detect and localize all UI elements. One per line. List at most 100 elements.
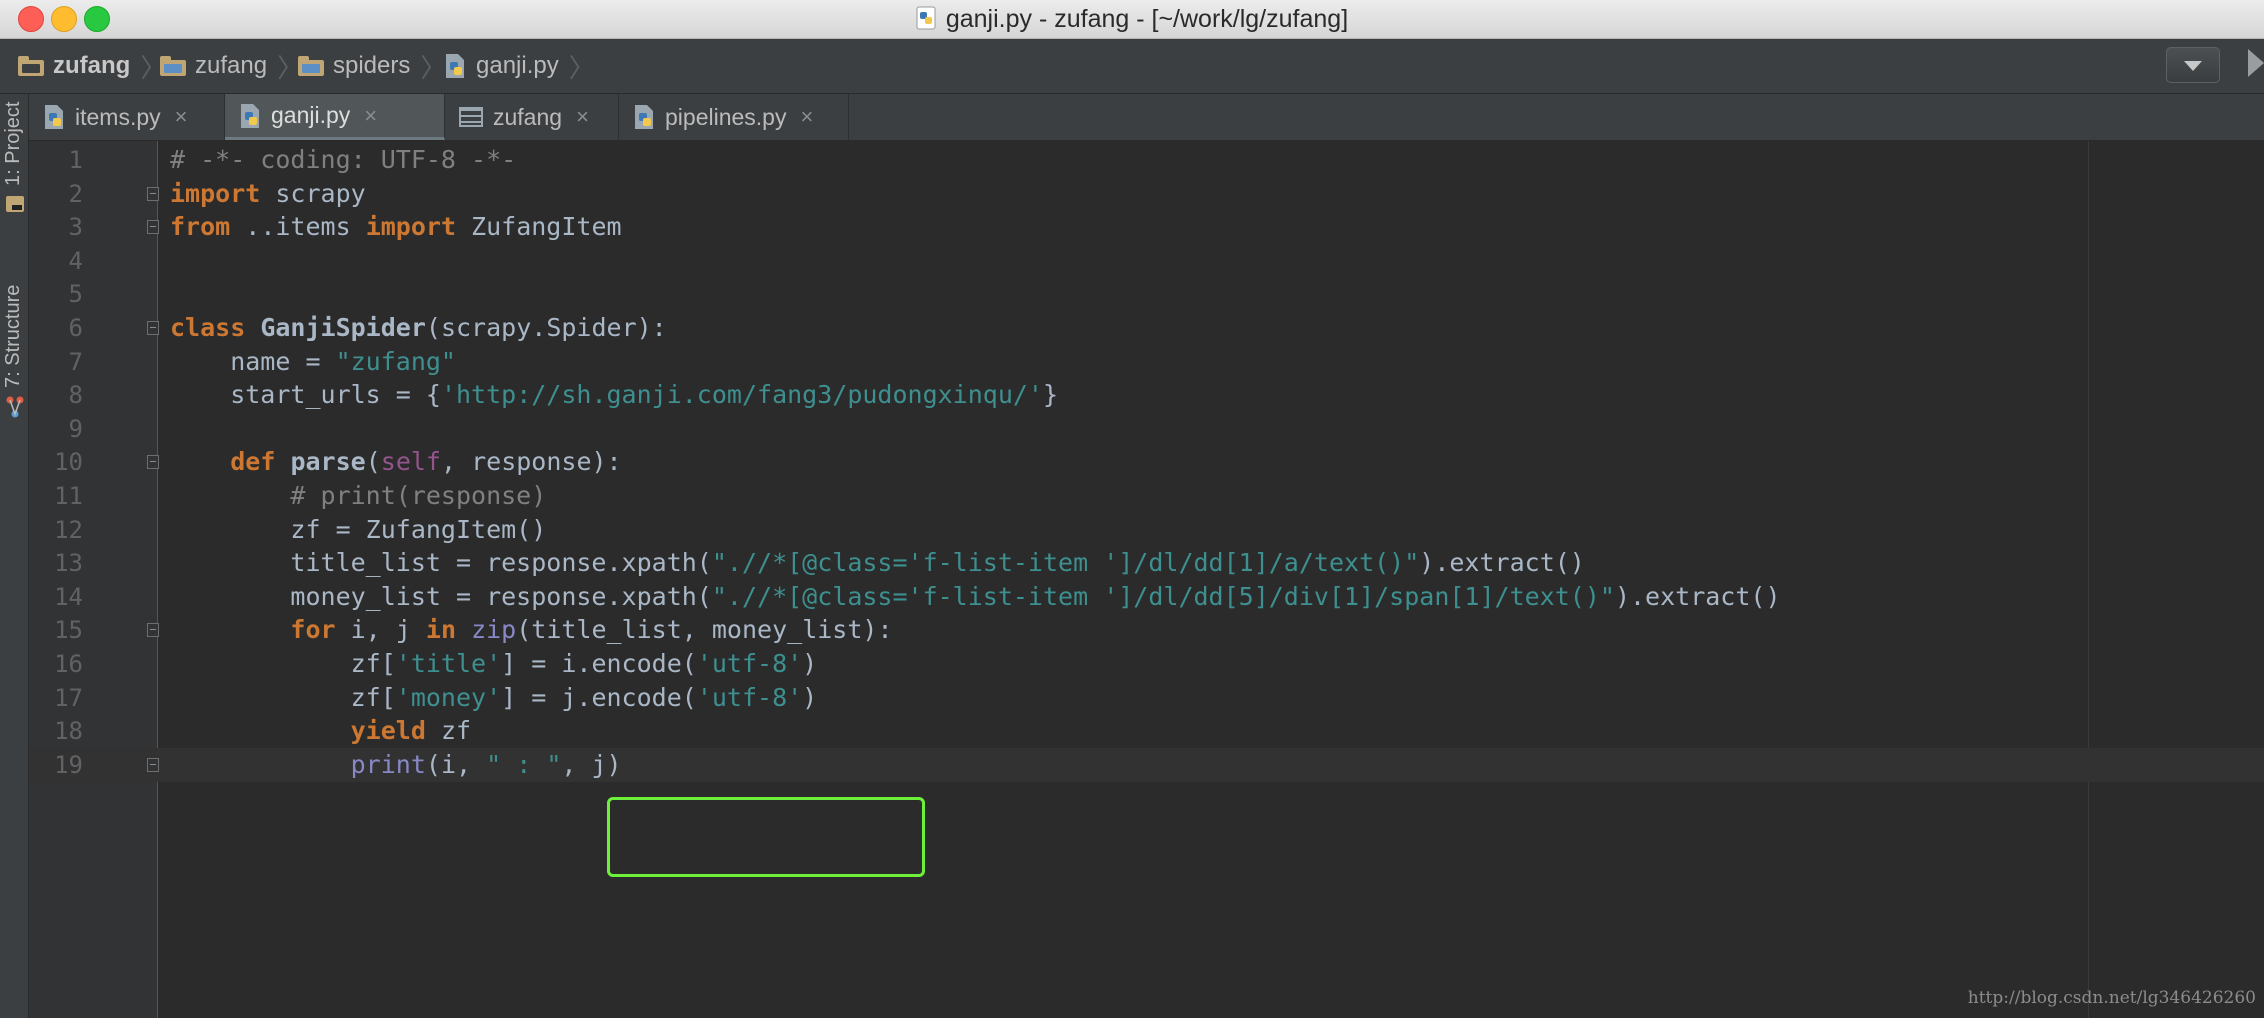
code-line[interactable]: 14 money_list = response.xpath(".//*[@cl… — [29, 580, 2264, 614]
code-line[interactable]: 9 — [29, 412, 2264, 446]
run-icon[interactable] — [2248, 49, 2264, 77]
breadcrumb-label: zufang — [53, 52, 131, 79]
breadcrumb-label: spiders — [333, 52, 411, 79]
breadcrumb-label: zufang — [195, 52, 268, 79]
tab-zufang[interactable]: zufang × — [445, 94, 619, 140]
code-text: for i, j in zip(title_list, money_list): — [290, 615, 893, 645]
python-file-icon — [45, 105, 63, 129]
left-tool-window-strip: 1: Project 7: Structure — [0, 94, 29, 1018]
code-text: start_urls = {'http://sh.ganji.com/fang3… — [170, 380, 1059, 410]
fold-marker-icon[interactable] — [147, 623, 159, 638]
code-line[interactable]: 8 start_urls = {'http://sh.ganji.com/fan… — [29, 378, 2264, 412]
code-line[interactable]: 3 from ..items import ZufangItem — [29, 210, 2264, 244]
module-folder-icon — [160, 56, 186, 76]
watermark: http://blog.csdn.net/lg346426260 — [1967, 988, 2256, 1008]
breadcrumb-item-file[interactable]: ganji.py 〉 — [444, 39, 595, 93]
fold-marker-icon[interactable] — [147, 220, 159, 235]
module-folder-icon — [298, 56, 324, 76]
line-number: 2 — [68, 179, 83, 208]
code-line[interactable]: 15 for i, j in zip(title_list, money_lis… — [29, 613, 2264, 647]
code-line[interactable]: 18 yield zf — [29, 714, 2264, 748]
line-number: 16 — [54, 650, 83, 678]
table-icon — [459, 107, 483, 127]
editor-tab-bar: items.py × ganji.py × zufang × pipelines… — [29, 94, 2264, 141]
line-number: 3 — [68, 213, 83, 242]
code-text: zf['money'] = j.encode('utf-8') — [170, 682, 818, 712]
python-file-icon — [635, 105, 653, 129]
code-text: zf = ZufangItem() — [170, 514, 547, 544]
line-number: 19 — [54, 750, 83, 779]
code-line[interactable]: 12 zf = ZufangItem() — [29, 513, 2264, 547]
code-line[interactable]: 10 def parse(self, response): — [29, 445, 2264, 479]
line-number: 4 — [68, 246, 83, 275]
code-line[interactable]: 6 class GanjiSpider(scrapy.Spider): — [29, 311, 2264, 345]
close-tab-icon[interactable]: × — [576, 104, 589, 130]
code-line[interactable]: 2 import scrapy — [29, 177, 2264, 211]
python-file-icon — [916, 6, 936, 30]
tab-items-py[interactable]: items.py × — [29, 94, 225, 140]
code-text: money_list = response.xpath(".//*[@class… — [170, 581, 1781, 611]
project-icon — [6, 196, 24, 212]
window-title-bar: ganji.py - zufang - [~/work/lg/zufang] — [0, 0, 2264, 39]
code-editor[interactable]: 1 # -*- coding: UTF-8 -*- 2 import scrapy 3 f… — [29, 141, 2264, 1018]
line-number: 11 — [54, 482, 83, 510]
line-number: 18 — [54, 717, 83, 746]
code-text: from ..items import ZufangItem — [170, 212, 622, 242]
close-tab-icon[interactable]: × — [364, 103, 377, 129]
code-text: def parse(self, response): — [230, 447, 622, 477]
line-number: 5 — [68, 280, 83, 309]
code-text: class GanjiSpider(scrapy.Spider): — [170, 313, 667, 342]
highlight-box — [607, 797, 925, 877]
code-text: title_list = response.xpath(".//*[@class… — [170, 548, 1585, 578]
chevron-right-icon: 〉 — [420, 52, 447, 83]
tab-label: ganji.py — [271, 102, 351, 128]
breadcrumb-label: ganji.py — [476, 52, 559, 79]
code-line[interactable]: 17 zf['money'] = j.encode('utf-8') — [29, 681, 2264, 715]
line-number: 8 — [68, 381, 83, 410]
line-number: 13 — [54, 549, 83, 578]
fold-marker-icon[interactable] — [147, 757, 159, 772]
run-configuration-dropdown[interactable] — [2166, 47, 2220, 83]
structure-tool-button[interactable]: 7: Structure — [2, 285, 25, 388]
code-line[interactable]: 13 title_list = response.xpath(".//*[@cl… — [29, 546, 2264, 580]
line-number: 6 — [68, 314, 83, 342]
line-number: 7 — [68, 347, 83, 376]
line-number: 17 — [54, 683, 83, 712]
code-line[interactable]: 11 # print(response) — [29, 479, 2264, 513]
tab-ganji-py[interactable]: ganji.py × — [225, 94, 445, 140]
line-number: 10 — [54, 448, 83, 477]
line-number: 14 — [54, 582, 83, 611]
close-tab-icon[interactable]: × — [175, 104, 188, 130]
navigation-bar: zufang 〉 zufang 〉 spiders 〉 ganji.py 〉 — [0, 39, 2264, 94]
breadcrumb-item-root[interactable]: zufang 〉 — [18, 39, 166, 93]
python-file-icon — [241, 103, 259, 128]
code-text: import scrapy — [170, 178, 366, 208]
structure-icon — [6, 396, 24, 418]
code-text: # -*- coding: UTF-8 -*- — [170, 145, 517, 174]
code-line[interactable]: 4 — [29, 244, 2264, 278]
code-line[interactable]: 16 zf['title'] = i.encode('utf-8') — [29, 647, 2264, 681]
window-title-text: ganji.py - zufang - [~/work/lg/zufang] — [945, 5, 1349, 33]
line-number: 15 — [54, 616, 83, 645]
close-tab-icon[interactable]: × — [800, 104, 813, 130]
tab-label: zufang — [493, 103, 563, 130]
code-line[interactable]: 7 name = "zufang" — [29, 345, 2264, 379]
tab-label: pipelines.py — [665, 103, 787, 130]
code-line[interactable]: 1 # -*- coding: UTF-8 -*- — [29, 143, 2264, 177]
window-title: ganji.py - zufang - [~/work/lg/zufang] — [0, 0, 2264, 38]
folder-icon — [18, 56, 44, 76]
line-number: 1 — [68, 146, 83, 174]
breadcrumb-item-spiders[interactable]: spiders 〉 — [298, 39, 446, 93]
project-tool-button[interactable]: 1: Project — [2, 102, 25, 186]
fold-marker-icon[interactable] — [147, 186, 159, 201]
code-text: name = "zufang" — [170, 346, 456, 376]
fold-marker-icon[interactable] — [147, 455, 159, 470]
code-line[interactable]: 5 — [29, 277, 2264, 311]
tab-pipelines-py[interactable]: pipelines.py × — [619, 94, 849, 140]
breadcrumb-item-module[interactable]: zufang 〉 — [160, 39, 303, 93]
python-file-icon — [446, 54, 464, 78]
code-text: zf['title'] = i.encode('utf-8') — [170, 649, 818, 678]
code-line[interactable]: 19 print(i, " : ", j) — [29, 747, 2264, 782]
line-number: 12 — [54, 515, 83, 544]
fold-marker-icon[interactable] — [147, 321, 159, 335]
